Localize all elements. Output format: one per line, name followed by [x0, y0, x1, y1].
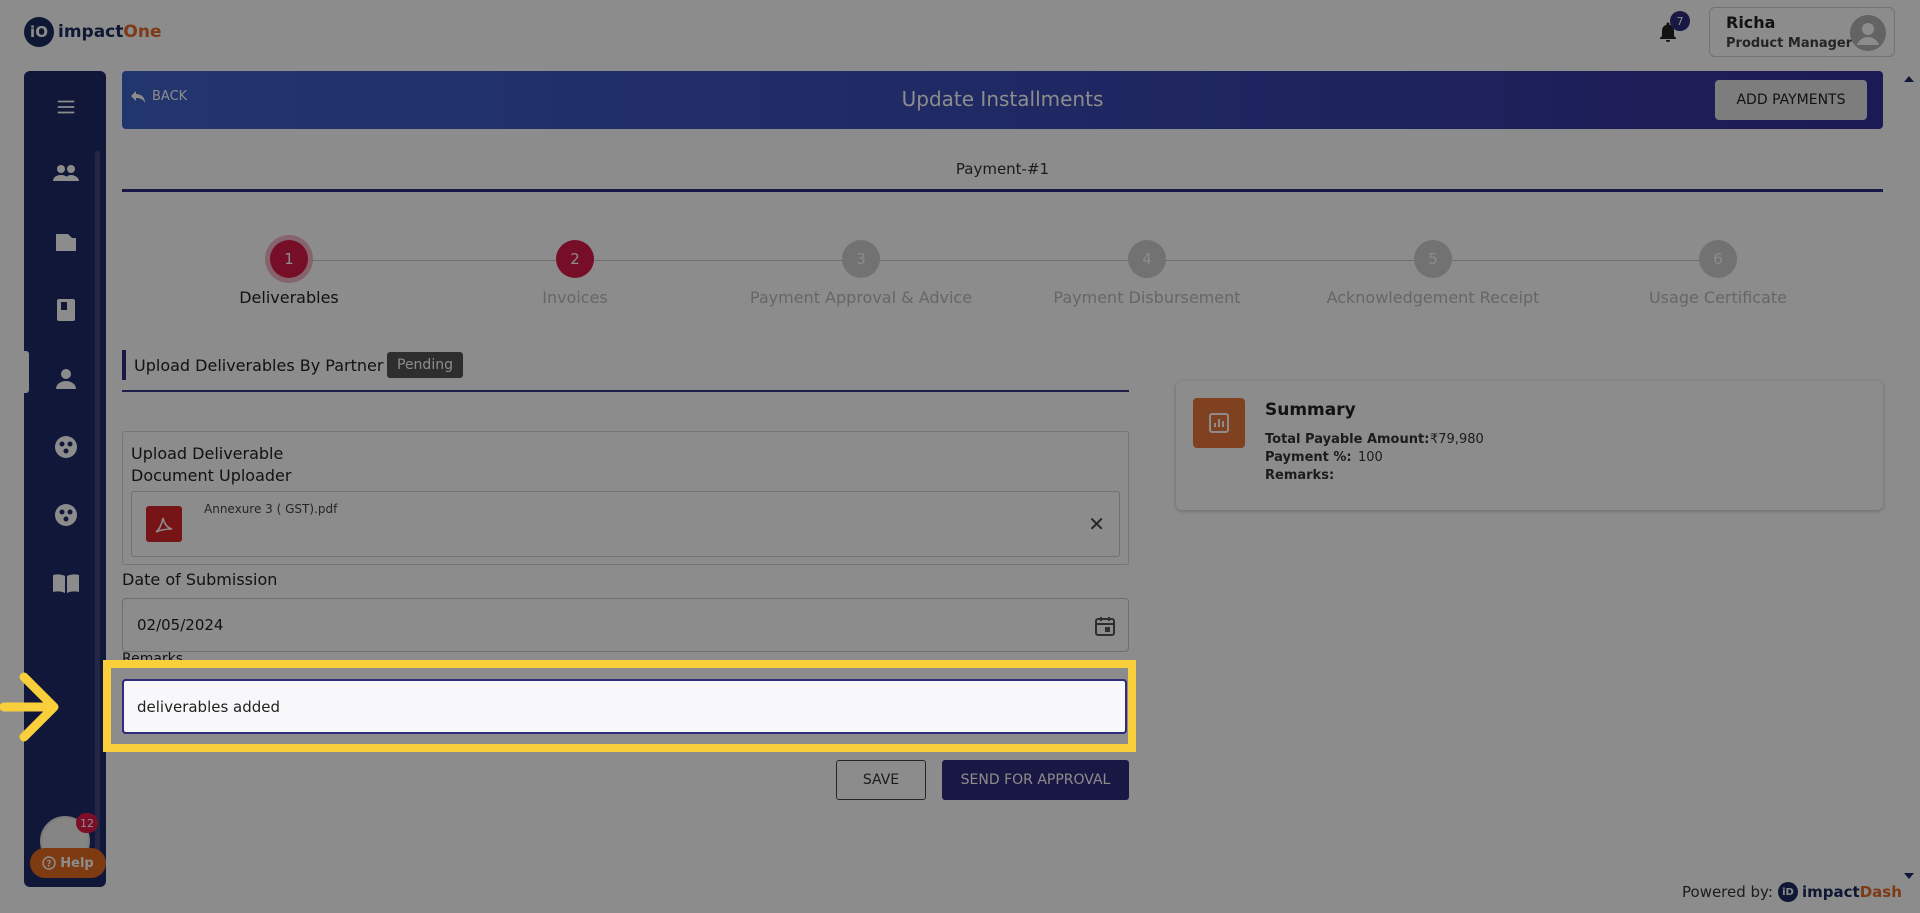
user-role: Product Manager: [1726, 36, 1853, 51]
step-label: Payment Approval & Advice: [749, 288, 973, 307]
step-label: Usage Certificate: [1648, 288, 1788, 307]
logo-text-a: impact: [58, 22, 124, 42]
step-number: 3: [842, 240, 880, 278]
status-badge: Pending: [387, 352, 463, 378]
book-icon: [57, 299, 75, 321]
help-badge: 12: [76, 813, 98, 833]
step-number: 6: [1699, 240, 1737, 278]
group-circle-icon: [55, 504, 77, 526]
group-circle-icon: [55, 436, 77, 458]
people-icon: [53, 165, 79, 181]
sidebar-active-indicator: [24, 351, 29, 393]
sidebar-item-menu[interactable]: [52, 93, 80, 121]
scroll-down-arrow[interactable]: [1904, 873, 1914, 879]
menu-icon: [57, 100, 75, 114]
sidebar-item-folder[interactable]: [52, 228, 80, 256]
upload-deliverable-card: Upload Deliverable Document Uploader Ann…: [122, 431, 1129, 565]
scroll-up-arrow[interactable]: [1904, 76, 1914, 82]
add-payments-button[interactable]: ADD PAYMENTS: [1715, 80, 1867, 120]
sidebar-item-groups-2[interactable]: [52, 501, 80, 529]
step-number: 4: [1128, 240, 1166, 278]
notification-badge: 7: [1670, 11, 1690, 31]
stepper: 1 Deliverables 2 Invoices 3 Payment Appr…: [122, 240, 1883, 320]
summary-icon: [1193, 398, 1245, 448]
step-number: 2: [556, 240, 594, 278]
page-title: Update Installments: [901, 87, 1104, 111]
step-invoices[interactable]: 2 Invoices: [455, 240, 695, 307]
summary-label: Payment %:: [1265, 450, 1352, 465]
logo-mark: iO: [24, 17, 54, 47]
step-number: 1: [270, 240, 308, 278]
step-label: Acknowledgement Receipt: [1326, 288, 1540, 307]
step-label: Payment Disbursement: [1053, 288, 1241, 307]
logo-text: impactOne: [58, 22, 161, 42]
summary-value: 100: [1358, 450, 1383, 465]
summary-title: Summary: [1265, 400, 1356, 420]
section-title: Upload Deliverables By Partner: [134, 356, 384, 375]
open-book-icon: [53, 574, 79, 593]
remarks-input-highlighted[interactable]: [122, 679, 1127, 734]
pointer-arrow-icon: [0, 672, 59, 742]
impactdash-text-a: impact: [1802, 883, 1860, 901]
summary-label: Remarks:: [1265, 468, 1335, 483]
file-name: Annexure 3 ( GST).pdf: [204, 502, 338, 516]
step-usage-certificate[interactable]: 6 Usage Certificate: [1598, 240, 1838, 307]
step-payment-disbursement[interactable]: 4 Payment Disbursement: [1027, 240, 1267, 307]
impactdash-text: impactDash: [1802, 883, 1902, 901]
summary-row-remarks: Remarks:: [1265, 468, 1334, 483]
summary-row-percent: Payment %: 100: [1265, 450, 1383, 465]
pdf-icon: [146, 506, 182, 542]
date-value: 02/05/2024: [137, 616, 224, 634]
top-bar: iO impactOne 7 Richa Product Manager: [0, 0, 1920, 66]
sidebar-scrollbar[interactable]: [95, 151, 100, 851]
impactdash-logo: iD impactDash: [1778, 882, 1902, 902]
sidebar-item-people[interactable]: [52, 160, 80, 188]
sidebar-item-book[interactable]: [52, 296, 80, 324]
tab-payment-1[interactable]: Payment-#1: [122, 150, 1883, 192]
svg-text:?: ?: [47, 860, 52, 870]
send-for-approval-button[interactable]: SEND FOR APPROVAL: [942, 760, 1129, 800]
sidebar: 12 ? Help: [24, 71, 106, 887]
impactdash-mark: iD: [1778, 882, 1798, 902]
step-deliverables[interactable]: 1 Deliverables: [169, 240, 409, 307]
powered-by-label: Powered by:: [1682, 883, 1773, 901]
save-button[interactable]: SAVE: [836, 760, 926, 800]
date-label: Date of Submission: [122, 570, 278, 589]
calendar-icon[interactable]: [1094, 615, 1116, 637]
step-label: Deliverables: [239, 288, 339, 307]
logo-text-b: One: [123, 22, 162, 42]
sidebar-item-groups-1[interactable]: [52, 433, 80, 461]
upload-title: Upload Deliverable: [131, 444, 284, 463]
avatar: [1850, 15, 1886, 51]
folder-icon: [56, 234, 76, 251]
step-acknowledgement-receipt[interactable]: 5 Acknowledgement Receipt: [1313, 240, 1553, 307]
uploader-label: Document Uploader: [131, 466, 292, 485]
app-logo[interactable]: iO impactOne: [24, 17, 161, 47]
user-menu[interactable]: Richa Product Manager: [1709, 7, 1895, 57]
user-name: Richa: [1726, 13, 1776, 32]
summary-row-total: Total Payable Amount: ₹79,980: [1265, 432, 1484, 447]
chart-icon: [1209, 413, 1229, 433]
sidebar-item-manual[interactable]: [52, 569, 80, 597]
step-label: Invoices: [542, 288, 608, 307]
acrobat-icon: [155, 517, 173, 533]
summary-label: Total Payable Amount:: [1265, 432, 1430, 447]
person-icon: [56, 369, 76, 389]
question-icon: ?: [42, 856, 57, 870]
page-header: BACK Update Installments ADD PAYMENTS: [122, 71, 1883, 129]
step-payment-approval[interactable]: 3 Payment Approval & Advice: [741, 240, 981, 307]
sidebar-item-person[interactable]: [52, 365, 80, 393]
close-icon[interactable]: ✕: [1088, 512, 1105, 536]
summary-card: Summary Total Payable Amount: ₹79,980 Pa…: [1176, 381, 1883, 510]
help-button[interactable]: ? Help: [30, 848, 106, 878]
impactdash-text-b: Dash: [1859, 883, 1902, 901]
summary-value: ₹79,980: [1430, 432, 1484, 447]
uploaded-file[interactable]: Annexure 3 ( GST).pdf ✕: [131, 491, 1120, 557]
section-header: Upload Deliverables By Partner Pending: [122, 350, 1129, 392]
step-number: 5: [1414, 240, 1452, 278]
help-label: Help: [60, 855, 94, 871]
date-field[interactable]: 02/05/2024: [122, 598, 1129, 652]
section-accent-bar: [122, 350, 126, 380]
